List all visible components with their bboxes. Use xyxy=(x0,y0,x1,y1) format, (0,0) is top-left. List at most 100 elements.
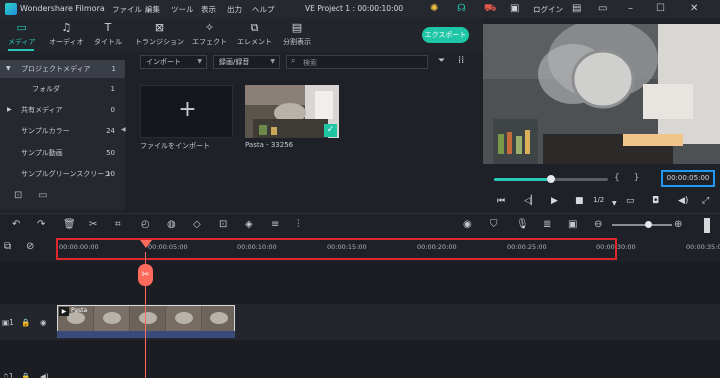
lightbulb-icon[interactable]: ✺ xyxy=(430,3,438,15)
sidebar-item-folder[interactable]: フォルダ 1 xyxy=(0,80,125,98)
menu-view[interactable]: 表示 xyxy=(201,4,216,15)
caption-icon[interactable]: ▣ xyxy=(568,219,577,231)
tab-effects[interactable]: ✧ エフェクト xyxy=(192,22,227,47)
sidebar-item-count: 10 xyxy=(106,170,115,178)
minimize-icon[interactable]: – xyxy=(628,3,633,15)
split-scissors-icon[interactable]: ✂ xyxy=(138,264,153,286)
filter-icon[interactable]: ⏷ xyxy=(438,56,445,66)
search-input[interactable] xyxy=(303,57,423,68)
save-icon[interactable]: ▤ xyxy=(572,3,581,15)
menu-help[interactable]: ヘルプ xyxy=(252,4,275,15)
zoom-slider-knob[interactable] xyxy=(645,221,652,228)
render-icon[interactable]: ◉ xyxy=(463,219,472,231)
project-title: VE Project 1 : 00:00:10:00 xyxy=(305,4,404,13)
playhead-handle[interactable] xyxy=(140,240,152,248)
tab-titles[interactable]: T タイトル xyxy=(94,22,122,47)
grid-view-icon[interactable]: ⁞⁞ xyxy=(458,55,464,66)
menu-export[interactable]: 出力 xyxy=(227,4,242,15)
previous-frame-icon[interactable]: ⏮ xyxy=(497,195,505,207)
lock-icon[interactable]: 🔒 xyxy=(21,372,30,378)
playback-speed[interactable]: 1/2 xyxy=(593,196,604,204)
import-dropdown[interactable]: インポート ▼ xyxy=(140,55,207,69)
undo-icon[interactable]: ↶ xyxy=(12,219,20,231)
sidebar-item-label: サンプルカラー xyxy=(21,127,70,135)
audio-wave-icon[interactable]: ⫶ xyxy=(297,219,300,231)
folder-icon[interactable]: ▭ xyxy=(38,190,47,201)
new-folder-icon[interactable]: ⊡ xyxy=(14,190,22,201)
sidebar-item-sample-videos[interactable]: サンプル動画 50 xyxy=(0,144,125,162)
add-track-icon[interactable]: ⧉ xyxy=(4,241,11,252)
effects-icon: ✧ xyxy=(204,21,215,34)
audio-track-icon: ♫1 xyxy=(2,372,14,378)
delete-icon[interactable]: 🗑 xyxy=(63,219,76,231)
tab-transitions[interactable]: ⊠ トランジション xyxy=(135,22,184,47)
sidebar-item-count: 50 xyxy=(106,149,115,157)
display-icon[interactable]: ▭ xyxy=(626,195,635,207)
step-back-icon[interactable]: ◁▏ xyxy=(524,195,538,207)
zoom-in-icon[interactable]: ⊕ xyxy=(674,219,682,231)
color-icon[interactable]: ◍ xyxy=(167,219,176,231)
zoom-out-icon[interactable]: ⊖ xyxy=(594,219,602,231)
snapshot-icon[interactable]: ◘ xyxy=(652,195,659,207)
menu-edit[interactable]: 編集 xyxy=(145,4,160,15)
cart-icon[interactable]: ⛟ xyxy=(484,3,497,15)
panel-toggle-icon[interactable] xyxy=(704,218,710,233)
app-name: Wondershare Filmora xyxy=(20,4,105,13)
microphone-icon[interactable]: 🎙 xyxy=(516,219,529,231)
tab-media-label: メディア xyxy=(8,38,36,46)
chevron-down-icon: ▼ xyxy=(270,58,275,65)
cut-icon[interactable]: ✂ xyxy=(89,219,97,231)
shield-icon[interactable]: ⛉ xyxy=(490,219,498,231)
speaker-icon[interactable]: ◀) xyxy=(40,372,49,378)
marker-icon[interactable]: ◈ xyxy=(245,219,253,231)
link-icon[interactable]: ⊘ xyxy=(26,241,34,252)
record-dropdown-label: 録画/録音 xyxy=(219,58,250,66)
tab-media[interactable]: ▭ メディア xyxy=(8,22,36,47)
zoom-slider-track[interactable] xyxy=(612,224,672,226)
keyframe-icon[interactable]: ◇ xyxy=(193,219,201,231)
headset-icon[interactable]: ☊ xyxy=(457,3,466,15)
import-dropdown-label: インポート xyxy=(146,58,181,66)
speed-icon[interactable]: ◴ xyxy=(141,219,150,231)
record-dropdown[interactable]: 録画/録音 ▼ xyxy=(213,55,280,69)
maximize-icon[interactable]: ☐ xyxy=(656,3,665,15)
sidebar-item-shared-media[interactable]: ▶ 共有メディア 0 xyxy=(0,101,125,119)
collapse-sidebar-icon[interactable]: ◀ xyxy=(121,126,126,133)
tab-elements[interactable]: ⧉ エレメント xyxy=(237,22,272,47)
mark-in-out-icon[interactable]: {} xyxy=(614,173,653,183)
play-icon[interactable]: ▶ xyxy=(551,195,558,207)
chevron-down-icon[interactable]: ▼ xyxy=(612,198,617,210)
menu-file[interactable]: ファイル xyxy=(112,4,142,15)
notification-icon[interactable]: ▭ xyxy=(598,3,607,15)
menu-tools[interactable]: ツール xyxy=(171,4,194,15)
plus-icon: + xyxy=(178,97,197,122)
preview-progress-fill xyxy=(494,178,551,181)
tab-audio[interactable]: ♫ オーディオ xyxy=(49,22,84,47)
stop-icon[interactable]: ■ xyxy=(575,195,584,207)
preview-progress-knob[interactable] xyxy=(547,175,555,183)
tab-elements-label: エレメント xyxy=(237,38,272,46)
export-button[interactable]: エクスポート xyxy=(422,27,469,43)
volume-icon[interactable]: ◀) xyxy=(678,195,688,207)
checkmark-icon: ✓ xyxy=(324,124,337,137)
preview-window[interactable] xyxy=(483,24,720,164)
title-bar: Wondershare Filmora ファイル 編集 ツール 表示 出力 ヘル… xyxy=(0,0,720,18)
gift-icon[interactable]: ▣ xyxy=(510,3,519,15)
eye-icon[interactable]: ◉ xyxy=(40,318,47,327)
crop-icon[interactable]: ⌗ xyxy=(115,219,121,231)
video-track-icon: ▣1 xyxy=(2,318,14,327)
adjust-icon[interactable]: ≡ xyxy=(271,219,279,231)
fullscreen-icon[interactable]: ⤢ xyxy=(702,195,709,207)
sidebar-item-project-media[interactable]: ▼ プロジェクトメディア 1 xyxy=(0,60,125,78)
lock-icon[interactable]: 🔒 xyxy=(21,318,30,327)
search-field[interactable]: ⌕ xyxy=(286,55,428,69)
sidebar-item-sample-colors[interactable]: サンプルカラー 24 xyxy=(0,122,125,140)
tab-split-screen[interactable]: ▤ 分割表示 xyxy=(283,22,311,47)
close-icon[interactable]: ✕ xyxy=(690,3,698,15)
import-media-tile[interactable]: + xyxy=(140,85,233,138)
redo-icon[interactable]: ↷ xyxy=(37,219,45,231)
sidebar-item-sample-greenscreen[interactable]: サンプルグリーンスクリーン 10 xyxy=(0,165,125,183)
stabilize-icon[interactable]: ⊡ xyxy=(219,219,227,231)
voiceover-list-icon[interactable]: ≣ xyxy=(543,219,551,231)
login-link[interactable]: ログイン xyxy=(533,4,563,15)
